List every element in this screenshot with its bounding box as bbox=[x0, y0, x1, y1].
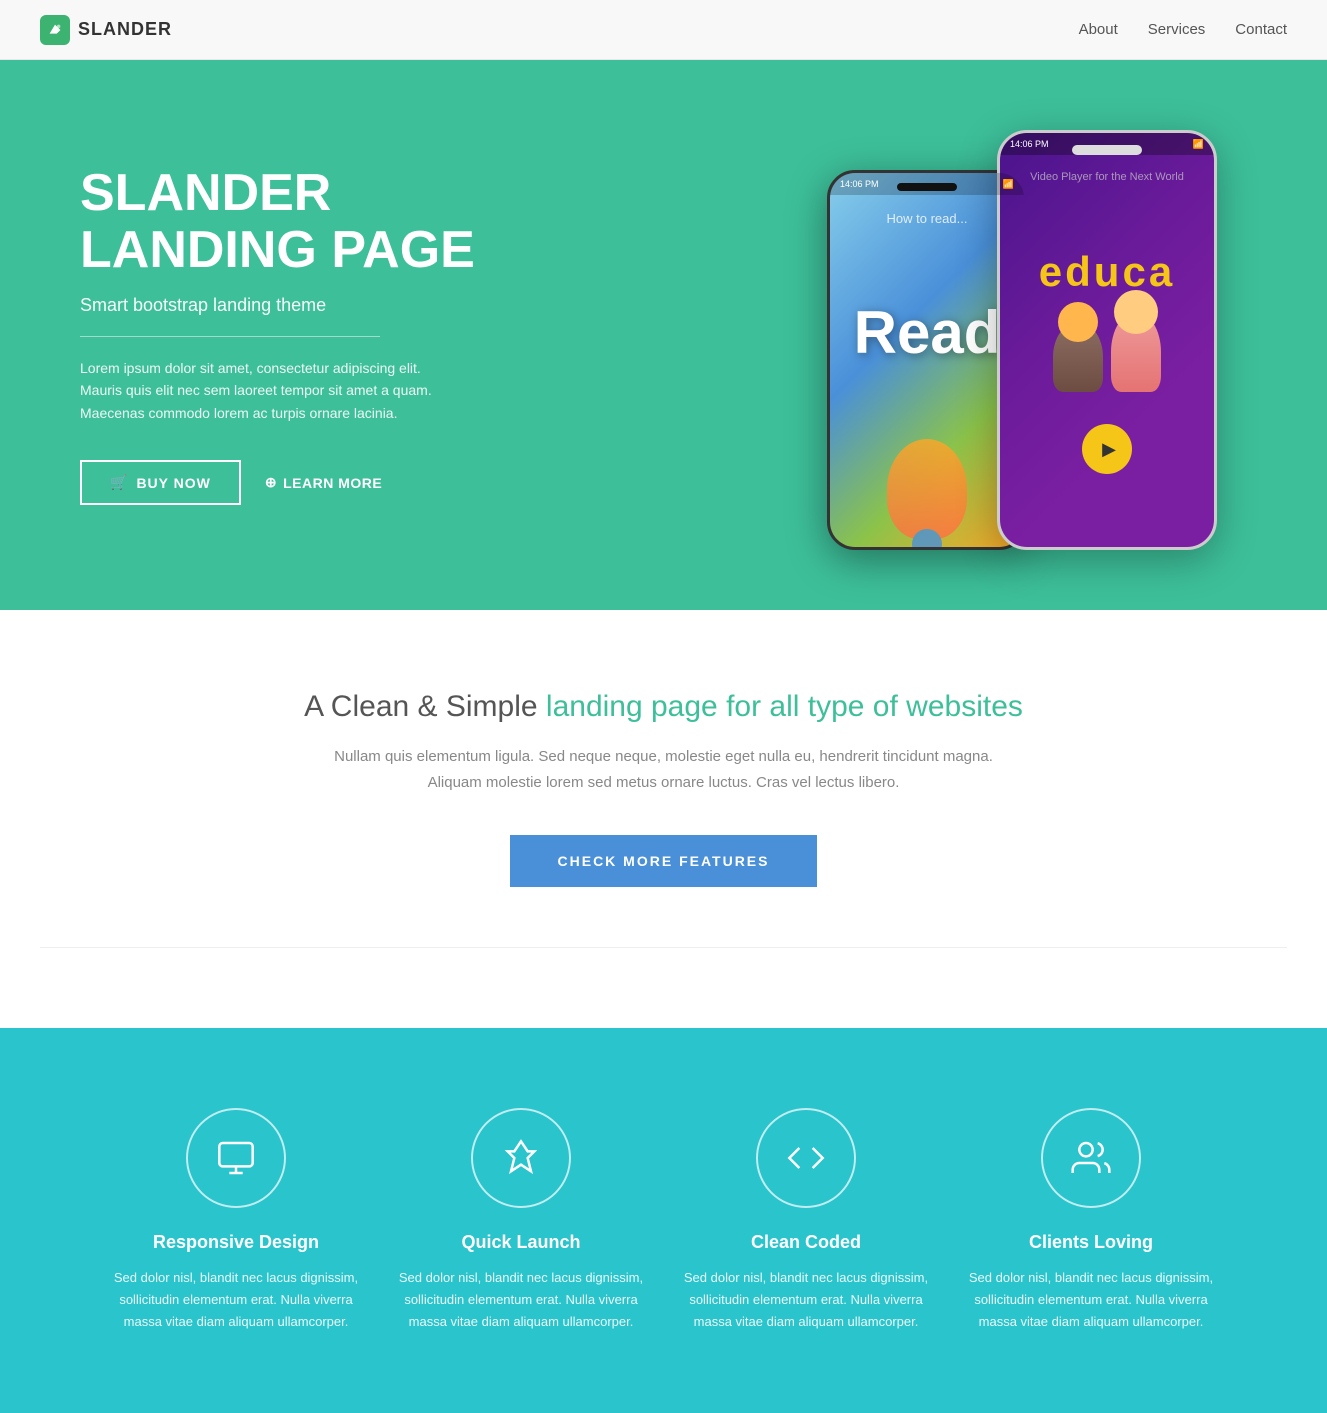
middle-title: A Clean & Simple landing page for all ty… bbox=[40, 690, 1287, 724]
nav-link-contact[interactable]: Contact bbox=[1235, 21, 1287, 38]
code-icon bbox=[786, 1138, 826, 1178]
feature-launch-title: Quick Launch bbox=[399, 1232, 644, 1253]
feature-responsive-title: Responsive Design bbox=[114, 1232, 359, 1253]
feature-launch-desc: Sed dolor nisl, blandit nec lacus dignis… bbox=[399, 1267, 644, 1333]
nav-link-services[interactable]: Services bbox=[1148, 21, 1206, 38]
hero-title: SLANDER LANDING PAGE bbox=[80, 165, 560, 279]
navbar: SLANDER About Services Contact bbox=[0, 0, 1327, 60]
check-features-button[interactable]: CHECK MORE FEATURES bbox=[510, 835, 818, 887]
balloon-illustration bbox=[887, 439, 967, 539]
nav-links: About Services Contact bbox=[1079, 21, 1287, 39]
hero-content: SLANDER LANDING PAGE Smart bootstrap lan… bbox=[80, 165, 560, 506]
features-section: Responsive Design Sed dolor nisl, blandi… bbox=[0, 1028, 1327, 1413]
feature-clients: Clients Loving Sed dolor nisl, blandit n… bbox=[969, 1108, 1214, 1333]
feature-responsive-desc: Sed dolor nisl, blandit nec lacus dignis… bbox=[114, 1267, 359, 1333]
nav-link-about[interactable]: About bbox=[1079, 21, 1118, 38]
feature-code-title: Clean Coded bbox=[684, 1232, 929, 1253]
monitor-icon bbox=[216, 1138, 256, 1178]
feature-responsive: Responsive Design Sed dolor nisl, blandi… bbox=[114, 1108, 359, 1333]
cart-icon: 🛒 bbox=[110, 474, 128, 491]
feature-clients-desc: Sed dolor nisl, blandit nec lacus dignis… bbox=[969, 1267, 1214, 1333]
phone-educa-text: educa bbox=[1039, 248, 1175, 296]
hero-divider bbox=[80, 336, 380, 337]
hero-section: SLANDER LANDING PAGE Smart bootstrap lan… bbox=[0, 60, 1327, 610]
hero-description: Lorem ipsum dolor sit amet, consectetur … bbox=[80, 357, 460, 424]
users-icon bbox=[1071, 1138, 1111, 1178]
hero-buttons: 🛒 BUY NOW ⊕ LEARN MORE bbox=[80, 460, 560, 505]
feature-code-desc: Sed dolor nisl, blandit nec lacus dignis… bbox=[684, 1267, 929, 1333]
nav-item-services[interactable]: Services bbox=[1148, 21, 1206, 39]
middle-divider bbox=[40, 947, 1287, 948]
features-grid: Responsive Design Sed dolor nisl, blandi… bbox=[114, 1108, 1214, 1333]
users-icon-circle bbox=[1041, 1108, 1141, 1208]
learn-more-button[interactable]: ⊕ LEARN MORE bbox=[265, 474, 382, 491]
circle-plus-icon: ⊕ bbox=[265, 474, 277, 491]
characters-illustration bbox=[1053, 312, 1161, 392]
phone-read-text: Read bbox=[854, 298, 1001, 367]
nav-item-contact[interactable]: Contact bbox=[1235, 21, 1287, 39]
brand-name: SLANDER bbox=[78, 19, 172, 40]
middle-section: A Clean & Simple landing page for all ty… bbox=[0, 610, 1327, 1028]
brand-icon bbox=[40, 15, 70, 45]
rocket-icon bbox=[501, 1138, 541, 1178]
feature-launch: Quick Launch Sed dolor nisl, blandit nec… bbox=[399, 1108, 644, 1333]
phone-white-notch bbox=[1072, 145, 1142, 155]
feature-code: Clean Coded Sed dolor nisl, blandit nec … bbox=[684, 1108, 929, 1333]
hero-subtitle: Smart bootstrap landing theme bbox=[80, 295, 560, 316]
phone-black-screen: How to read... Read bbox=[830, 173, 1024, 547]
phone-black-notch bbox=[897, 183, 957, 191]
phone-white-screen: Video Player for the Next World educa ▶ bbox=[1000, 133, 1214, 547]
play-button[interactable]: ▶ bbox=[1082, 424, 1132, 474]
phone-white: 14:06 PM 📶 Video Player for the Next Wor… bbox=[997, 130, 1217, 550]
hero-phones: 14:06 PM 📶 How to read... Read 14:06 PM … bbox=[560, 120, 1247, 550]
rocket-icon-circle bbox=[471, 1108, 571, 1208]
nav-item-about[interactable]: About bbox=[1079, 21, 1118, 39]
buy-now-button[interactable]: 🛒 BUY NOW bbox=[80, 460, 241, 505]
brand[interactable]: SLANDER bbox=[40, 15, 172, 45]
middle-description: Nullam quis elementum ligula. Sed neque … bbox=[314, 744, 1014, 795]
code-icon-circle bbox=[756, 1108, 856, 1208]
feature-clients-title: Clients Loving bbox=[969, 1232, 1214, 1253]
monitor-icon-circle bbox=[186, 1108, 286, 1208]
